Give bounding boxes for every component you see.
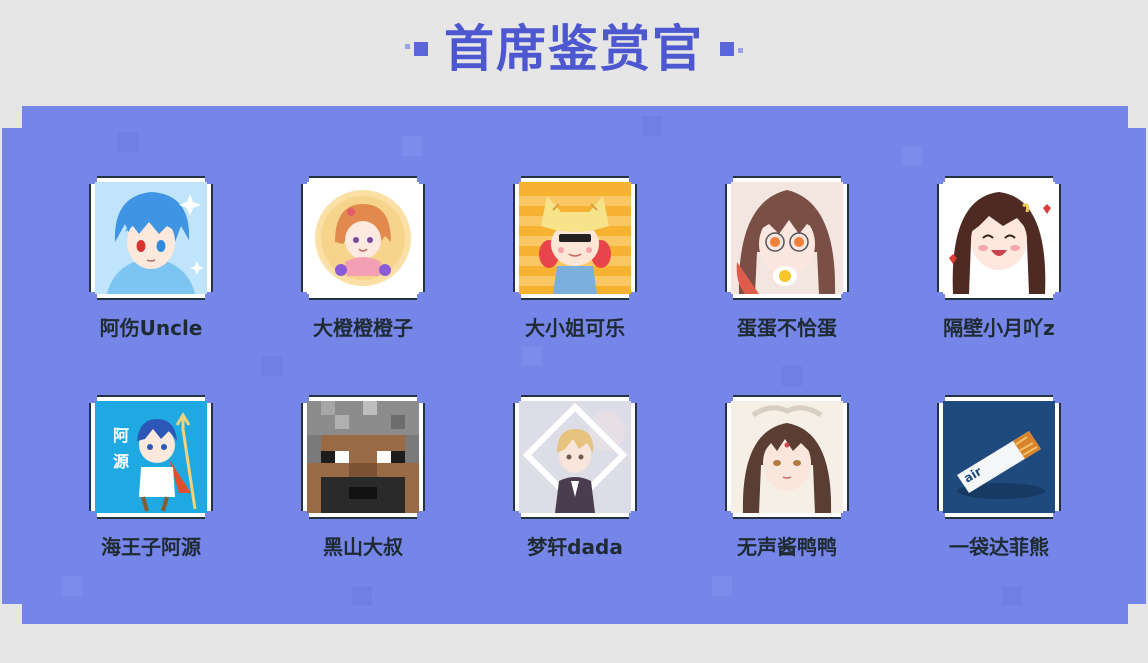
member-name: 黑山大叔 xyxy=(323,535,403,559)
member-name: 阿伤Uncle xyxy=(99,316,203,340)
member-name: 大小姐可乐 xyxy=(525,316,625,340)
orange-haired-chibi-girl-avatar xyxy=(307,182,419,294)
member-name: 一袋达菲熊 xyxy=(949,535,1049,559)
trident-boy-avatar: 阿 源 xyxy=(95,401,207,513)
glasses-girl-egg-avatar xyxy=(731,182,843,294)
air-stick-product-avatar: air xyxy=(943,401,1055,513)
title-decoration-right-icon xyxy=(720,40,746,58)
panel-edge-right xyxy=(1126,128,1146,604)
page-title: 首席鉴赏官 xyxy=(444,20,704,78)
member-name: 蛋蛋不恰蛋 xyxy=(737,316,837,340)
panel-edge-left xyxy=(2,128,22,604)
pixel-bearded-man-avatar xyxy=(307,401,419,513)
blonde-boy-diamond-frame-avatar xyxy=(519,401,631,513)
title-decoration-left-icon xyxy=(402,40,428,58)
blue-haired-anime-boy-avatar xyxy=(95,182,207,294)
member-name: 大橙橙橙子 xyxy=(313,316,413,340)
cat-hat-girl-avatar xyxy=(519,182,631,294)
member-name: 无声酱鸭鸭 xyxy=(737,535,837,559)
member-name: 梦轩dada xyxy=(527,535,623,559)
mystic-long-hair-girl-avatar xyxy=(731,401,843,513)
members-grid: 阿伤Uncle 大橙橙橙子 大小姐可乐 蛋蛋不恰蛋 隔壁小月吖z 阿 源 海王子… xyxy=(22,106,1128,624)
smiling-brunette-girl-avatar xyxy=(943,182,1055,294)
member-name: 隔壁小月吖z xyxy=(943,316,1055,340)
svg-text:源: 源 xyxy=(113,452,129,471)
svg-text:阿: 阿 xyxy=(113,426,129,445)
header: 首席鉴赏官 xyxy=(0,14,1148,84)
member-name: 海王子阿源 xyxy=(101,535,201,559)
